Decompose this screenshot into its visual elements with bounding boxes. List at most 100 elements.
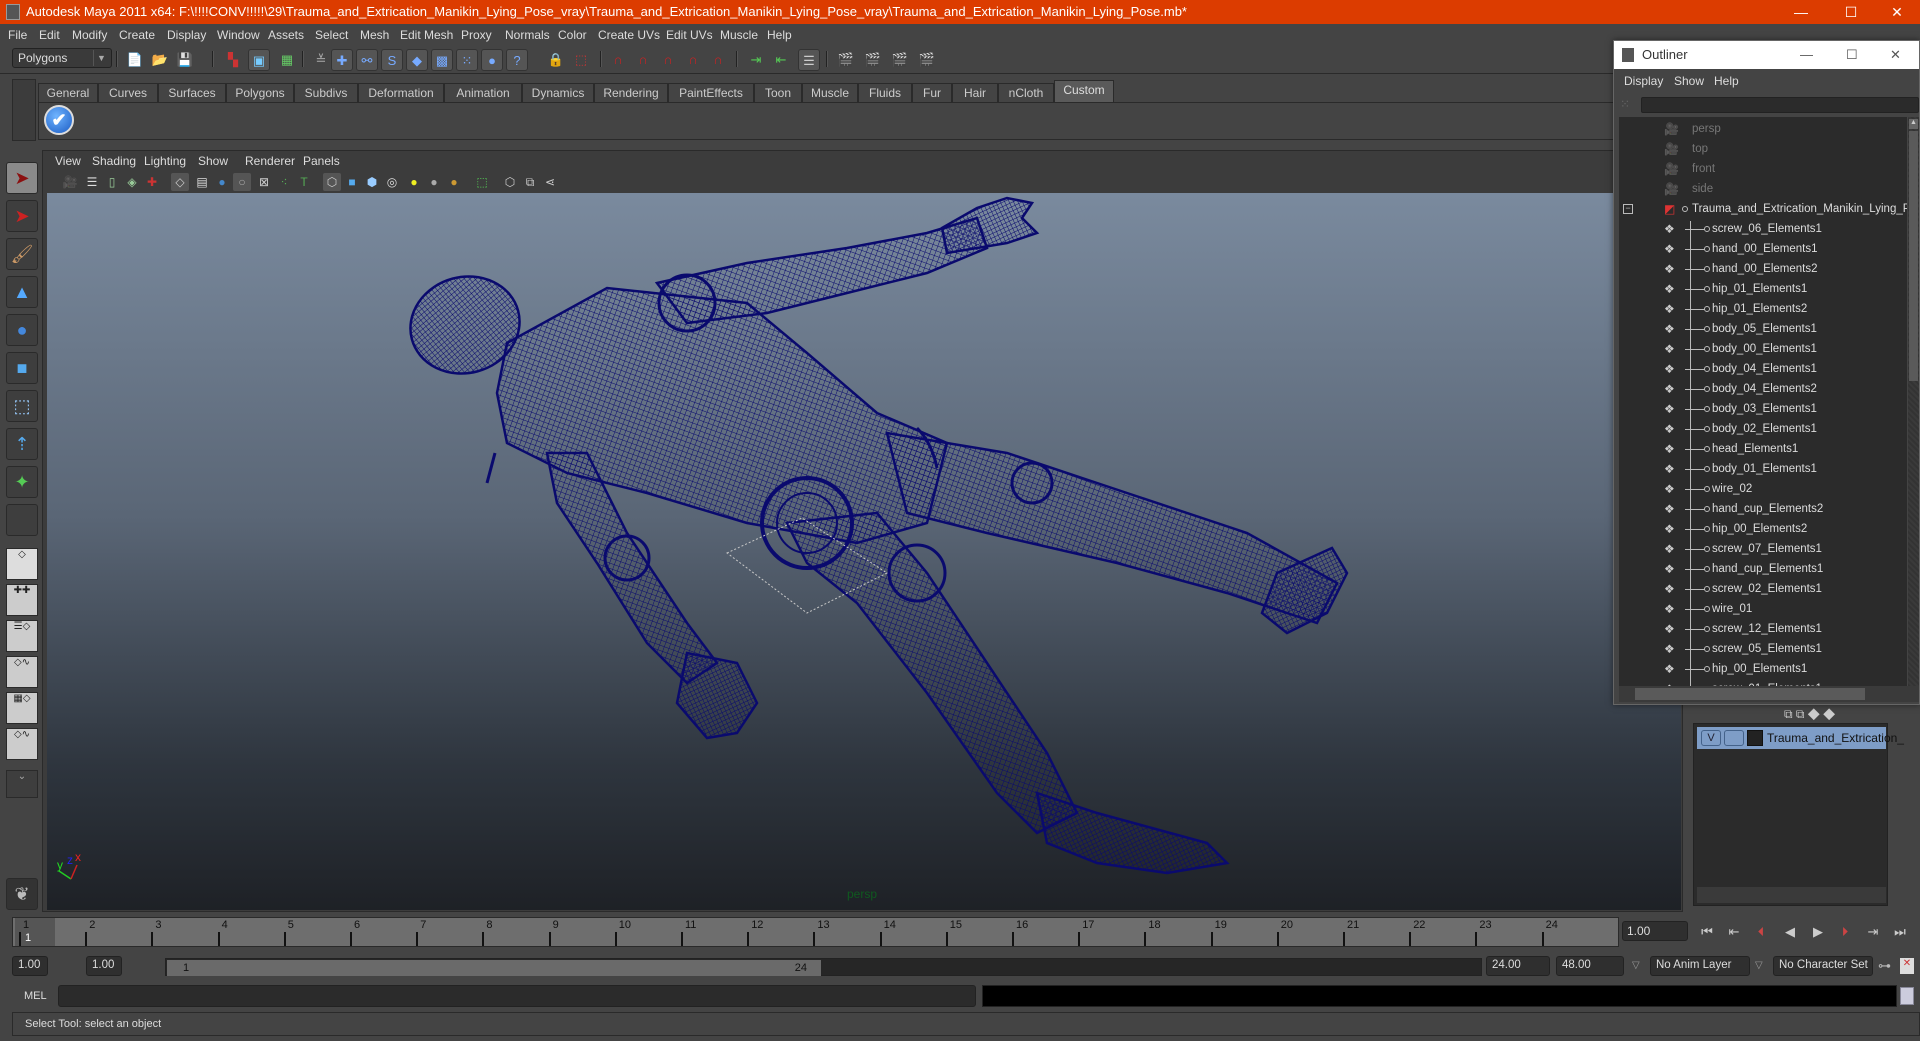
paint-select-tool-icon[interactable]: 🖌 [6, 238, 38, 270]
shelf-tab-surfaces[interactable]: Surfaces [158, 83, 226, 102]
safe-area-icon[interactable]: ⧉ [521, 173, 539, 191]
shelf-tab-hair[interactable]: Hair [952, 83, 998, 102]
play-backwards-icon[interactable]: ◀ [1780, 924, 1800, 940]
outliner-mesh-item[interactable]: ❖ hand_00_Elements1 [1619, 239, 1907, 259]
go-to-end-icon[interactable]: ⏭ [1890, 924, 1910, 940]
outliner-mesh-item[interactable]: ❖ body_00_Elements1 [1619, 339, 1907, 359]
menu-set-dropdown[interactable]: Polygons ▼ [12, 48, 112, 68]
minimize-button[interactable]: — [1778, 0, 1824, 24]
resolution-gate-icon[interactable]: ⬡ [501, 173, 519, 191]
select-by-name-icon[interactable]: ⬚ [570, 49, 592, 71]
help-icon[interactable]: ? [506, 49, 528, 71]
outliner-mesh-item[interactable]: ❖ body_05_Elements1 [1619, 319, 1907, 339]
open-scene-icon[interactable]: 📂 [149, 49, 171, 71]
lasso-tool-icon[interactable]: ➤ [6, 200, 38, 232]
checker-icon[interactable]: ◎ [383, 173, 401, 191]
viewport-menu-lighting[interactable]: Lighting [144, 154, 186, 168]
shelf-tab-polygons[interactable]: Polygons [226, 83, 294, 102]
outliner-mesh-item[interactable]: ❖screw_01_Elements1 [1619, 679, 1907, 686]
maximize-button[interactable]: ☐ [1828, 0, 1874, 24]
snap-live-icon[interactable]: ▩ [431, 49, 453, 71]
shadows-icon[interactable]: ● [445, 173, 463, 191]
scale-tool-icon[interactable]: ■ [6, 352, 38, 384]
outliner-minimize-button[interactable]: — [1800, 41, 1813, 69]
menu-display[interactable]: Display [167, 28, 206, 42]
anim-layer-field[interactable]: No Anim Layer [1650, 956, 1750, 976]
xray-icon[interactable]: ⊠ [255, 173, 273, 191]
outliner-maximize-button[interactable]: ☐ [1846, 41, 1858, 69]
shelf-tab-subdivs[interactable]: Subdivs [294, 83, 358, 102]
viewport-menu-renderer[interactable]: Renderer [245, 154, 295, 168]
script-editor-icon[interactable] [1900, 987, 1914, 1005]
outliner-mesh-item[interactable]: ❖ body_02_Elements1 [1619, 419, 1907, 439]
select-highlight-icon[interactable]: ⬚ [473, 173, 491, 191]
playback-start-field[interactable]: 1.00 [86, 956, 122, 976]
select-hierarchy-icon[interactable]: ▚ [222, 49, 244, 71]
select-object-icon[interactable]: ▣ [248, 49, 270, 71]
channel-box-icon[interactable]: ☰ [798, 49, 820, 71]
step-back-frame-icon[interactable]: ⏴ [1751, 924, 1771, 940]
filter-icon[interactable]: ≚ [310, 49, 332, 71]
select-component-icon[interactable]: ▦ [276, 49, 298, 71]
new-scene-icon[interactable]: 📄 [124, 49, 146, 71]
wireframe-icon[interactable]: ◇ [171, 173, 189, 191]
layer-color-swatch[interactable] [1747, 730, 1763, 746]
shelf-tab-painteffects[interactable]: PaintEffects [668, 83, 754, 102]
outliner-mesh-item[interactable]: ❖ body_04_Elements2 [1619, 379, 1907, 399]
default-light-icon[interactable]: ● [405, 173, 423, 191]
menu-muscle[interactable]: Muscle [720, 28, 758, 42]
menu-edit[interactable]: Edit [39, 28, 60, 42]
film-gate-icon[interactable]: ▤ [193, 173, 211, 191]
outliner-camera-item[interactable]: 🎥 persp [1619, 119, 1907, 139]
show-manipulator-icon[interactable]: ✦ [6, 466, 38, 498]
shelf-tab-fur[interactable]: Fur [912, 83, 952, 102]
outliner-mesh-item[interactable]: ❖ hip_00_Elements1 [1619, 659, 1907, 679]
go-to-start-icon[interactable]: ⏮ [1697, 924, 1717, 940]
anim-layer-dropdown-icon[interactable]: ▽ [1632, 960, 1640, 971]
scroll-thumb[interactable] [1635, 688, 1865, 700]
snap-curve-icon[interactable]: ⚯ [356, 49, 378, 71]
step-forward-key-icon[interactable]: ⇥ [1863, 924, 1883, 940]
scroll-up-icon[interactable]: ▲ [1909, 119, 1918, 129]
two-d-pan-zoom-icon[interactable]: ✚ [143, 173, 161, 191]
clapper-settings-icon[interactable]: 🎬 [862, 49, 884, 71]
snap-grid-icon[interactable]: ✚ [331, 49, 353, 71]
share-icon[interactable]: ⋖ [541, 173, 559, 191]
input-icon[interactable]: ⇥ [745, 49, 767, 71]
outliner-filter-input[interactable] [1641, 97, 1919, 113]
smooth-shade-icon[interactable]: ● [213, 173, 231, 191]
play-forwards-icon[interactable]: ▶ [1808, 924, 1828, 940]
shelf-tab-rendering[interactable]: Rendering [594, 83, 668, 102]
layout-four-pane-icon[interactable]: ✚✚ [6, 584, 38, 616]
range-slider-thumb[interactable]: 1 24 [167, 960, 821, 976]
outliner-camera-item[interactable]: 🎥 top [1619, 139, 1907, 159]
shelf-menu-handle[interactable] [12, 79, 36, 141]
select-camera-icon[interactable]: 🎥 [61, 173, 79, 191]
command-language-label[interactable]: MEL [24, 990, 47, 1002]
auto-key-icon[interactable]: ⊶ [1878, 958, 1891, 974]
render-settings-icon[interactable]: ∩ [657, 49, 679, 71]
playback-end-field[interactable]: 24.00 [1486, 956, 1550, 976]
layout-persp-graph-icon[interactable]: ◇∿ [6, 656, 38, 688]
particle-icon[interactable]: ⁙ [456, 49, 478, 71]
current-frame-field[interactable]: 1.00 [1622, 921, 1688, 941]
3d-viewport[interactable]: y z x persp [47, 193, 1681, 910]
all-lights-icon[interactable]: ● [425, 173, 443, 191]
menu-create-uvs[interactable]: Create UVs [598, 28, 660, 42]
outliner-mesh-item[interactable]: ❖ hip_00_Elements2 [1619, 519, 1907, 539]
shelf-tab-fluids[interactable]: Fluids [858, 83, 912, 102]
save-scene-icon[interactable]: 💾 [174, 49, 196, 71]
shelf-tab-dynamics[interactable]: Dynamics [522, 83, 594, 102]
outliner-mesh-item[interactable]: ❖ wire_01 [1619, 599, 1907, 619]
shelf-tab-muscle[interactable]: Muscle [802, 83, 858, 102]
outliner-close-button[interactable]: ✕ [1890, 41, 1901, 69]
viewport-menu-view[interactable]: View [55, 154, 81, 168]
time-slider[interactable]: 1 1 2 3 4 5 6 7 8 9 10 11 12 13 14 15 16 17 18 19 20 21 22 23 24 [12, 917, 1619, 947]
menu-color[interactable]: Color [558, 28, 587, 42]
layer-visibility-toggle[interactable]: V [1701, 730, 1721, 746]
outliner-mesh-item[interactable]: ❖ body_04_Elements1 [1619, 359, 1907, 379]
clapper-ipr-icon[interactable]: 🎬 [916, 49, 938, 71]
camera-attributes-icon[interactable]: ☰ [83, 173, 101, 191]
viewport-menu-panels[interactable]: Panels [303, 154, 340, 168]
soft-mod-tool-icon[interactable]: ⇡ [6, 428, 38, 460]
